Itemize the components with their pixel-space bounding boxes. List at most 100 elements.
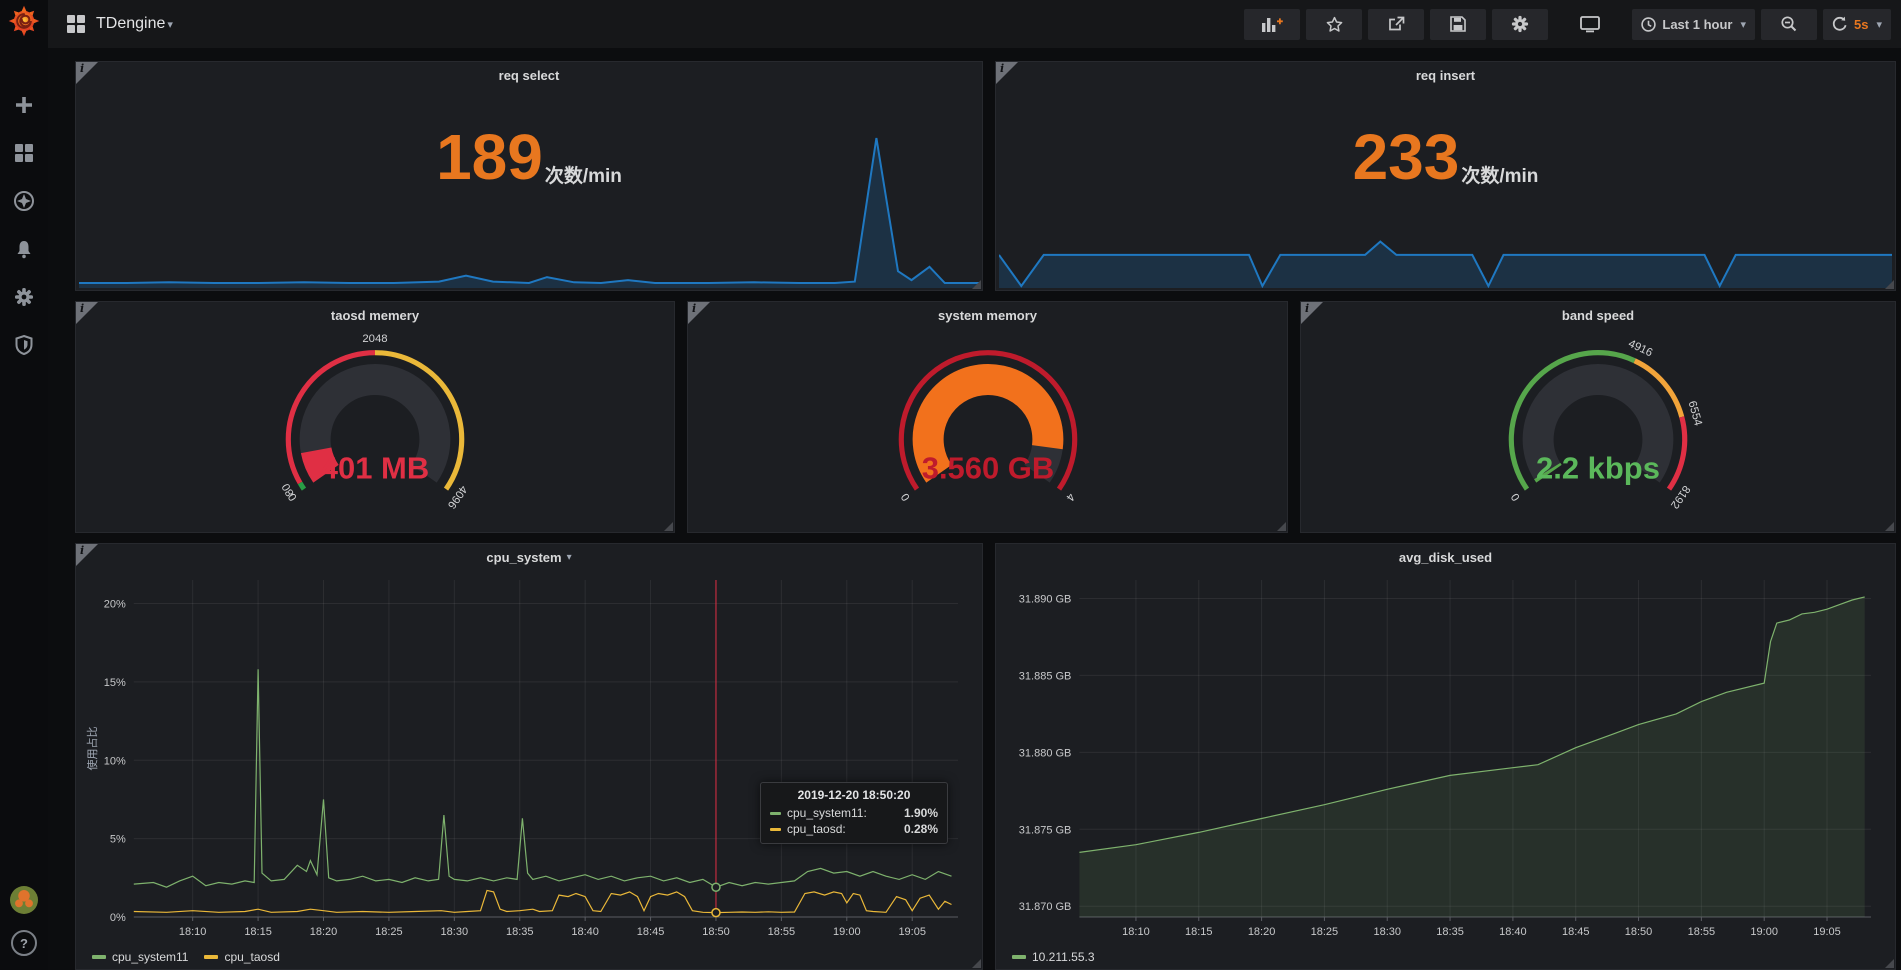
svg-text:18:55: 18:55	[768, 926, 796, 938]
svg-text:18:20: 18:20	[1248, 926, 1276, 938]
graph-tooltip: 2019-12-20 18:50:20 cpu_system11: 1.90% …	[760, 782, 948, 844]
panel-title[interactable]: system memory	[688, 302, 1287, 328]
svg-text:31.885 GB: 31.885 GB	[1019, 670, 1072, 682]
chevron-down-icon: ▾	[1740, 18, 1746, 31]
panel-req-select: i req select 189 次数/min	[75, 61, 983, 291]
svg-text:4: 4	[1063, 491, 1076, 503]
stat-number: 233	[1353, 125, 1460, 189]
panel-avg-disk-used: avg_disk_used 18:1018:1518:2018:2518:301…	[995, 543, 1896, 970]
zoom-out-time-button[interactable]	[1761, 9, 1817, 40]
panel-req-insert: i req insert 233 次数/min	[995, 61, 1896, 291]
svg-text:31.880 GB: 31.880 GB	[1019, 747, 1072, 759]
panel-system-memory: i system memory 0 4 3.560 GB	[687, 301, 1288, 533]
panel-info-corner[interactable]: i	[76, 302, 98, 324]
svg-text:31.870 GB: 31.870 GB	[1019, 901, 1072, 913]
grafana-logo-icon[interactable]	[7, 4, 41, 38]
svg-text:18:50: 18:50	[1625, 926, 1653, 938]
svg-text:18:30: 18:30	[1373, 926, 1401, 938]
svg-text:18:25: 18:25	[375, 926, 403, 938]
series-color-dash	[770, 828, 781, 831]
svg-text:0%: 0%	[110, 912, 126, 924]
panel-title[interactable]: taosd memery	[76, 302, 674, 328]
panel-taosd-memory: i taosd memery 08020484096401 MB	[75, 301, 675, 533]
cycle-view-mode-button[interactable]	[1562, 9, 1618, 40]
grafana-dashboard: { "nav": { "app_title": "TDengine", "car…	[0, 0, 1901, 970]
panel-resize-handle[interactable]	[1885, 959, 1894, 968]
dashboard-title-picker[interactable]: TDengine ▾	[96, 15, 173, 33]
panel-cpu-system: i cpu_system ▾ 18:1018:1518:2018:2518:30…	[75, 543, 983, 970]
svg-text:18:40: 18:40	[571, 926, 599, 938]
dashboards-icon[interactable]	[13, 142, 35, 164]
legend-item-cpu-taosd[interactable]: cpu_taosd	[204, 950, 279, 964]
explore-compass-icon[interactable]	[13, 190, 35, 212]
time-series-chart[interactable]: 18:1018:1518:2018:2518:3018:3518:4018:45…	[84, 570, 974, 948]
user-avatar[interactable]	[10, 886, 38, 914]
svg-text:18:35: 18:35	[506, 926, 534, 938]
series-color-dash	[204, 955, 218, 959]
configuration-gear-icon[interactable]	[13, 286, 35, 308]
server-admin-shield-icon[interactable]	[13, 334, 35, 356]
legend-item-cpu-system11[interactable]: cpu_system11	[92, 950, 188, 964]
panel-info-corner[interactable]: i	[688, 302, 710, 324]
panel-title[interactable]: req insert	[996, 62, 1895, 88]
svg-text:18:40: 18:40	[1499, 926, 1527, 938]
svg-text:19:05: 19:05	[898, 926, 926, 938]
panel-title[interactable]: req select	[76, 62, 982, 88]
refresh-interval-label: 5s	[1854, 17, 1868, 32]
time-range-picker[interactable]: Last 1 hour ▾	[1632, 9, 1755, 40]
svg-text:0: 0	[899, 491, 912, 503]
legend-label: 10.211.55.3	[1032, 950, 1095, 964]
svg-text:2.2 kbps: 2.2 kbps	[1536, 451, 1660, 486]
panel-resize-handle[interactable]	[1885, 280, 1894, 289]
legend-label: cpu_taosd	[224, 950, 279, 964]
panel-resize-handle[interactable]	[972, 959, 981, 968]
time-series-chart[interactable]: 18:1018:1518:2018:2518:3018:3518:4018:45…	[1004, 570, 1887, 948]
panel-title[interactable]: band speed	[1301, 302, 1895, 328]
panel-resize-handle[interactable]	[972, 280, 981, 289]
dashboard-grid-icon[interactable]	[66, 14, 86, 34]
panel-info-corner[interactable]: i	[1301, 302, 1323, 324]
alerting-bell-icon[interactable]	[13, 238, 35, 260]
time-range-label: Last 1 hour	[1662, 17, 1732, 32]
svg-text:3.560 GB: 3.560 GB	[921, 451, 1054, 486]
dashboard-settings-button[interactable]	[1492, 9, 1548, 40]
svg-text:18:45: 18:45	[637, 926, 665, 938]
panel-resize-handle[interactable]	[664, 522, 673, 531]
legend-item-host[interactable]: 10.211.55.3	[1012, 950, 1095, 964]
svg-text:19:00: 19:00	[833, 926, 861, 938]
svg-text:6554: 6554	[1686, 400, 1704, 427]
tooltip-timestamp: 2019-12-20 18:50:20	[770, 788, 938, 802]
svg-text:18:15: 18:15	[244, 926, 272, 938]
singlestat-value: 233 次数/min	[996, 88, 1895, 226]
svg-text:18:25: 18:25	[1311, 926, 1339, 938]
svg-text:2048: 2048	[362, 333, 387, 345]
panel-info-corner[interactable]: i	[76, 62, 98, 84]
panel-info-corner[interactable]: i	[996, 62, 1018, 84]
refresh-picker[interactable]: 5s ▾	[1823, 9, 1891, 40]
svg-text:19:00: 19:00	[1750, 926, 1778, 938]
svg-text:18:15: 18:15	[1185, 926, 1213, 938]
svg-text:31.890 GB: 31.890 GB	[1019, 593, 1072, 605]
navbar: TDengine ▾ Last 1 hour ▾	[48, 0, 1901, 48]
panel-title[interactable]: avg_disk_used	[996, 544, 1895, 570]
add-panel-button[interactable]	[1244, 9, 1300, 40]
chevron-down-icon: ▾	[1876, 18, 1882, 31]
gauge-chart: 04916655481922.2 kbps	[1301, 326, 1895, 530]
series-color-dash	[770, 812, 781, 815]
panel-info-corner[interactable]: i	[76, 544, 98, 566]
panel-resize-handle[interactable]	[1277, 522, 1286, 531]
save-dashboard-button[interactable]	[1430, 9, 1486, 40]
singlestat-value: 189 次数/min	[76, 88, 982, 226]
dashboard-title: TDengine	[96, 15, 165, 33]
gauge-chart: 0 4 3.560 GB	[688, 326, 1287, 530]
panel-title[interactable]: cpu_system ▾	[76, 544, 982, 570]
svg-text:19:05: 19:05	[1813, 926, 1841, 938]
stat-unit: 次数/min	[1461, 161, 1538, 188]
svg-text:使用占比: 使用占比	[85, 727, 99, 771]
share-dashboard-button[interactable]	[1368, 9, 1424, 40]
star-dashboard-button[interactable]	[1306, 9, 1362, 40]
stat-unit: 次数/min	[545, 161, 622, 188]
help-icon[interactable]: ?	[11, 930, 37, 956]
panel-resize-handle[interactable]	[1885, 522, 1894, 531]
create-plus-icon[interactable]	[13, 94, 35, 116]
